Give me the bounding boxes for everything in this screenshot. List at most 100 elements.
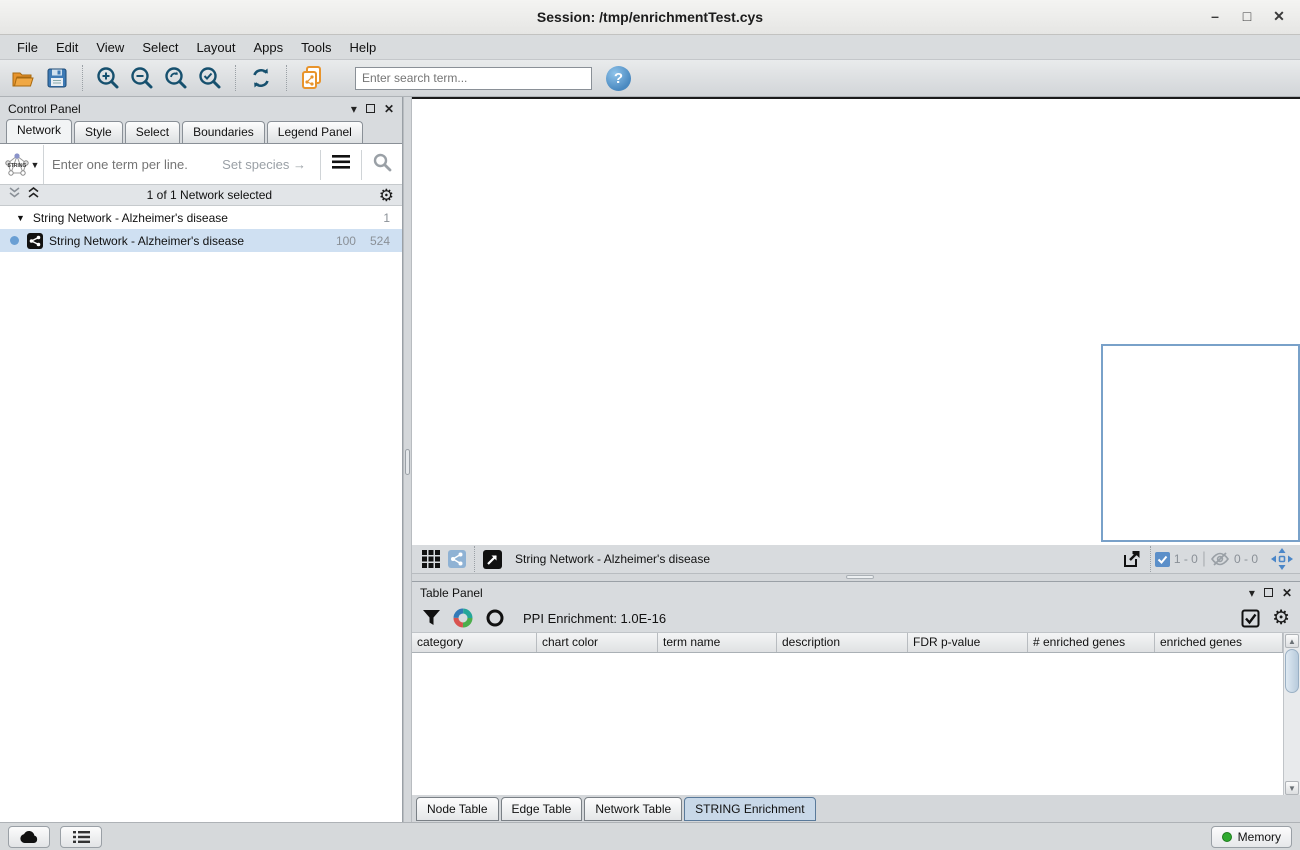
network-selected-label: 1 of 1 Network selected [40,188,379,202]
float-panel-icon[interactable] [366,102,375,116]
ring-chart-icon[interactable] [485,608,505,628]
menu-layout[interactable]: Layout [187,38,244,57]
float-panel-icon[interactable] [1264,586,1273,600]
string-search-button[interactable] [362,152,402,177]
column-header-category[interactable]: category [412,633,537,652]
open-session-button[interactable] [8,63,38,93]
column-header--enriched-genes[interactable]: # enriched genes [1028,633,1155,652]
column-header-term-name[interactable]: term name [658,633,777,652]
navigator-compass-icon[interactable] [1270,547,1294,571]
scrollbar-thumb[interactable] [1285,649,1299,693]
tab-style[interactable]: Style [74,121,123,143]
task-history-button[interactable] [60,826,102,848]
zoom-out-button[interactable] [127,63,157,93]
table-panel: Table Panel ▾ ✕ PPI Enrichment: 1.0E-16 … [412,581,1300,795]
status-bar: Memory [0,822,1300,850]
menu-view[interactable]: View [87,38,133,57]
network-title-bar: String Network - Alzheimer's disease 1 -… [412,545,1300,574]
set-species-label[interactable]: Set species → [222,157,320,172]
column-header-enriched-genes[interactable]: enriched genes [1155,633,1283,652]
enrichment-toolbar: PPI Enrichment: 1.0E-16 ⚙ [412,604,1300,633]
control-panel-title: Control Panel [8,102,342,116]
panel-menu-icon[interactable]: ▾ [351,102,357,116]
network-selection-bar: 1 of 1 Network selected ⚙ [0,185,402,206]
search-input[interactable] [355,67,592,90]
export-network-button[interactable] [1118,547,1146,571]
splitter-handle[interactable] [405,449,410,475]
gear-icon[interactable]: ⚙ [379,187,394,204]
close-panel-icon[interactable]: ✕ [1282,586,1292,600]
hidden-eye-icon[interactable] [1210,551,1230,567]
birds-eye-canvas[interactable] [1103,346,1298,540]
collapse-all-button[interactable] [8,186,21,204]
column-header-chart-color[interactable]: chart color [537,633,658,652]
clone-network-button[interactable] [297,63,327,93]
tab-network[interactable]: Network [6,119,72,143]
maximize-button[interactable]: □ [1232,8,1262,28]
toolbar-separator [82,65,83,91]
zoom-fit-icon [163,65,189,91]
string-logo-icon: STRING [4,152,30,178]
close-button[interactable]: ✕ [1264,8,1294,28]
tab-string-enrichment[interactable]: STRING Enrichment [684,797,815,821]
string-protein-query-selector[interactable]: STRING ▼ [0,145,44,184]
collection-count: 1 [383,211,390,225]
tab-network-table[interactable]: Network Table [584,797,682,821]
help-button[interactable]: ? [606,66,631,91]
string-share-button[interactable] [444,547,470,571]
scroll-down-icon[interactable]: ▼ [1285,781,1299,795]
select-all-checkbox-icon[interactable] [1241,609,1260,628]
menu-file[interactable]: File [8,38,47,57]
cloud-tasks-button[interactable] [8,826,50,848]
menu-edit[interactable]: Edit [47,38,87,57]
node-count: 100 [336,234,356,248]
vertical-splitter[interactable] [403,97,412,822]
menu-select[interactable]: Select [133,38,187,57]
zoom-fit-button[interactable] [161,63,191,93]
network-view-title: String Network - Alzheimer's disease [515,552,1118,566]
string-query-input[interactable] [44,157,222,172]
string-search-bar: STRING ▼ Set species → [0,145,402,185]
memory-button[interactable]: Memory [1211,826,1292,848]
table-scrollbar[interactable]: ▲ ▼ [1283,633,1300,795]
tab-select[interactable]: Select [125,121,180,143]
chart-donut-icon[interactable] [453,608,473,628]
filter-icon[interactable] [422,609,441,627]
tab-legend-panel[interactable]: Legend Panel [267,121,363,143]
double-chevron-up-icon [27,187,40,199]
close-panel-icon[interactable]: ✕ [384,102,394,116]
hidden-count: 0 - 0 [1234,552,1258,566]
ppi-enrichment-label: PPI Enrichment: 1.0E-16 [523,611,1229,626]
string-options-button[interactable] [321,155,361,174]
chevron-down-icon: ▼ [31,160,40,170]
zoom-in-button[interactable] [93,63,123,93]
edge-count: 524 [370,234,390,248]
splitter-grip[interactable] [846,575,874,579]
network-row-selected[interactable]: String Network - Alzheimer's disease 100… [0,229,402,252]
scroll-up-icon[interactable]: ▲ [1285,634,1299,648]
minimize-button[interactable]: – [1200,8,1230,28]
tab-boundaries[interactable]: Boundaries [182,121,265,143]
refresh-icon [248,65,274,91]
tab-node-table[interactable]: Node Table [416,797,499,821]
expand-all-button[interactable] [27,186,40,204]
grid-view-button[interactable] [418,547,444,571]
panel-menu-icon[interactable]: ▾ [1249,586,1255,600]
open-in-browser-button[interactable] [479,547,505,571]
network-collection-row[interactable]: ▼ String Network - Alzheimer's disease 1 [0,206,402,229]
selected-nodes-checkbox-icon[interactable] [1155,552,1170,567]
horizontal-splitter[interactable] [412,574,1300,581]
birds-eye-view[interactable] [1101,344,1300,542]
gear-icon[interactable]: ⚙ [1272,608,1290,628]
save-session-button[interactable] [42,63,72,93]
tree-expander-icon[interactable]: ▼ [16,213,25,223]
window-title: Session: /tmp/enrichmentTest.cys [0,0,1300,35]
refresh-button[interactable] [246,63,276,93]
menu-apps[interactable]: Apps [245,38,293,57]
column-header-FDR-p-value[interactable]: FDR p-value [908,633,1028,652]
menu-help[interactable]: Help [341,38,386,57]
column-header-description[interactable]: description [777,633,908,652]
menu-tools[interactable]: Tools [292,38,340,57]
tab-edge-table[interactable]: Edge Table [501,797,583,821]
zoom-selected-button[interactable] [195,63,225,93]
